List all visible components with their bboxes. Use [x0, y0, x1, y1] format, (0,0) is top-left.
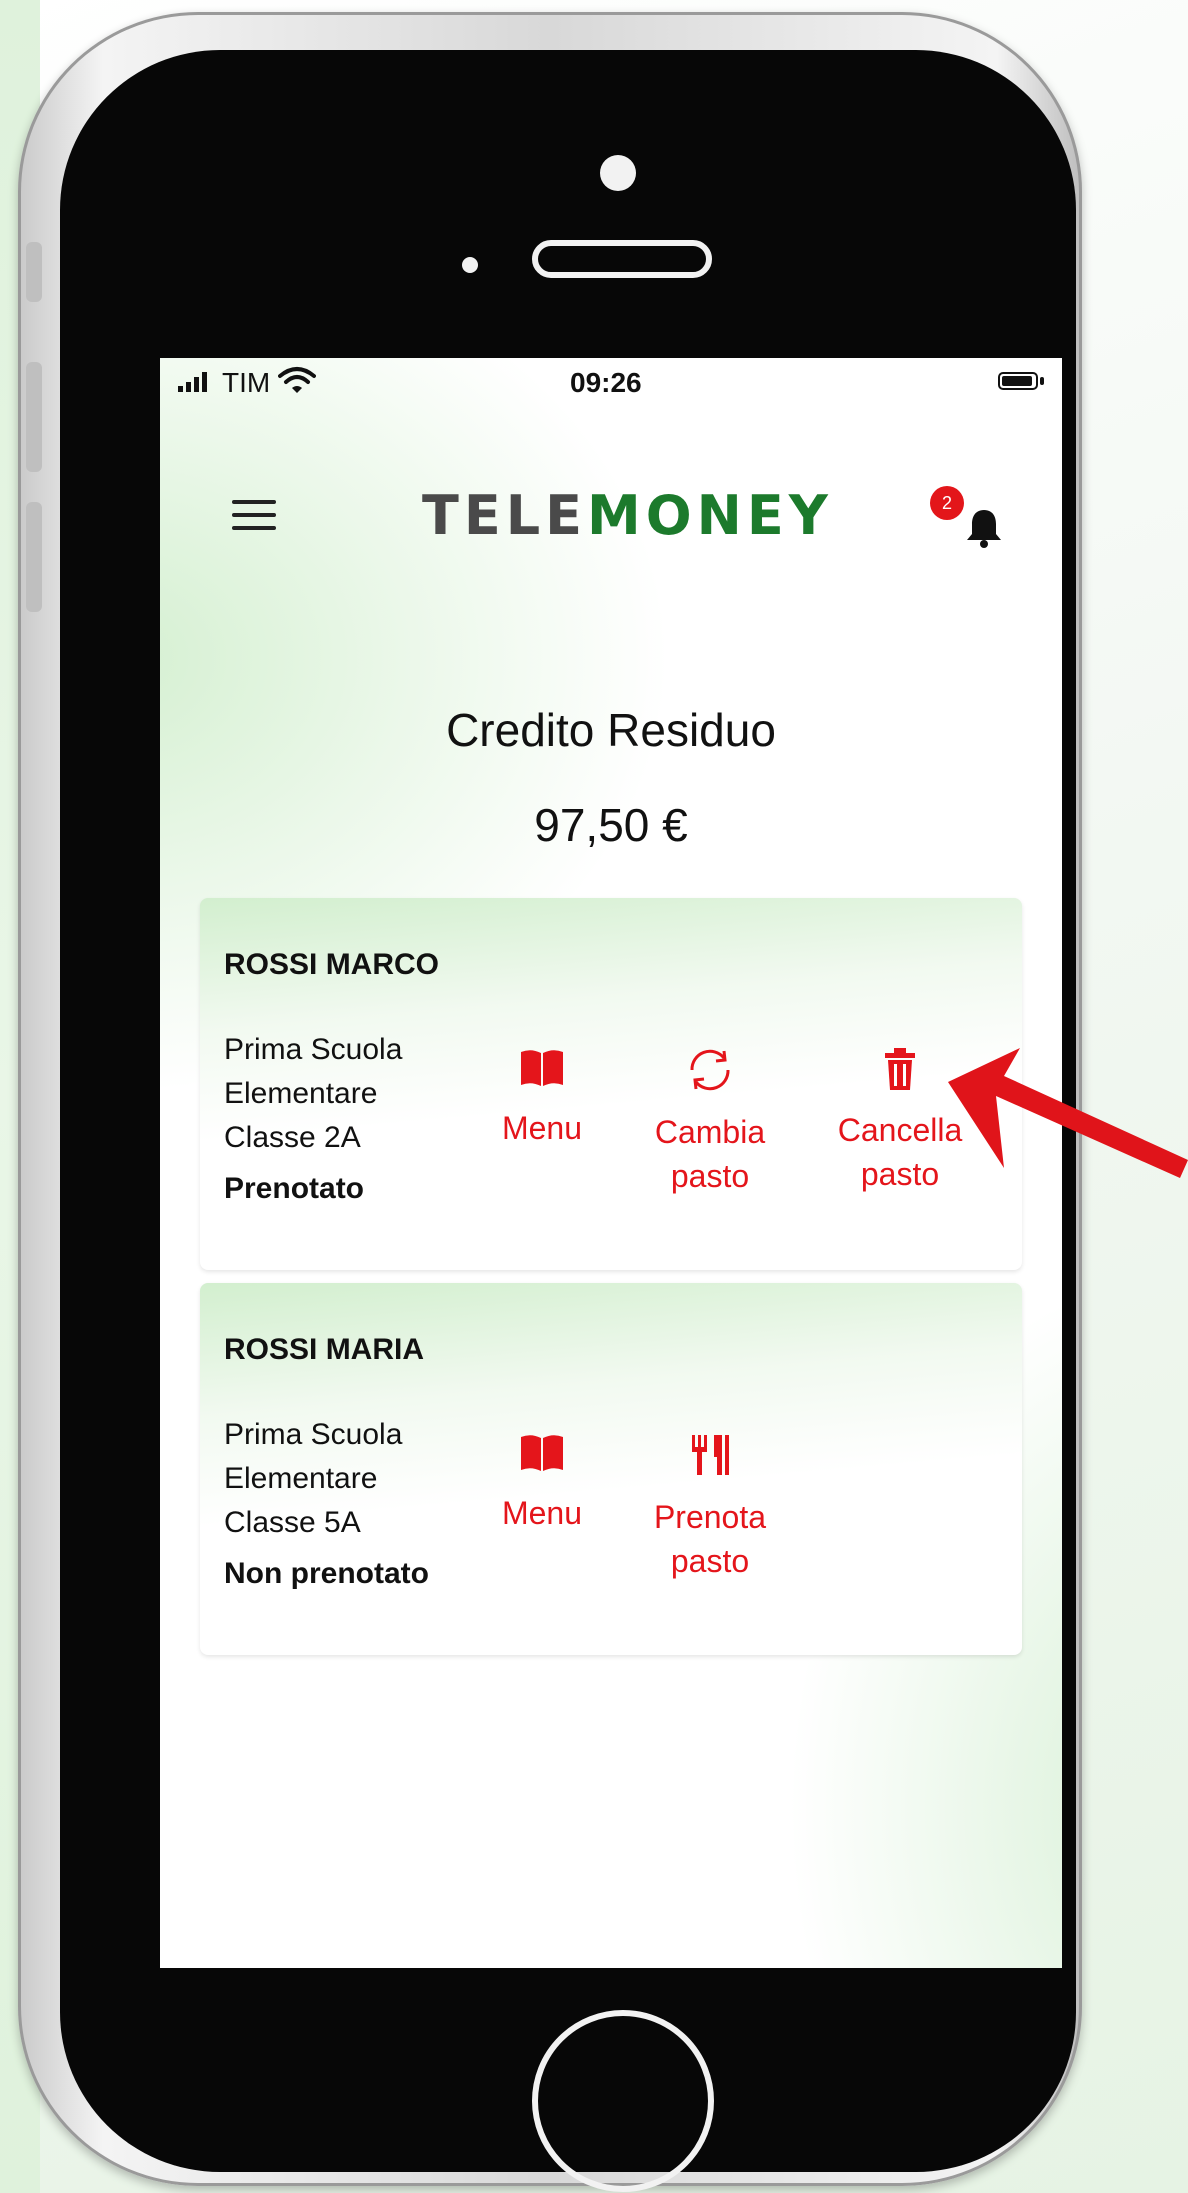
child-name: ROSSI MARCO — [224, 948, 440, 981]
app-screen: TIM 09:26 TELEMONEY 2 Credito Residuo 97… — [160, 358, 1062, 1968]
school-name-line2: Elementare — [224, 1077, 378, 1110]
status-bar: TIM 09:26 — [160, 358, 1062, 404]
home-button[interactable] — [532, 2010, 714, 2192]
earpiece-speaker — [532, 240, 712, 278]
menu-button-label: Menu — [501, 1110, 583, 1146]
volume-up-button — [26, 362, 42, 472]
silent-switch — [26, 242, 42, 302]
proximity-sensor — [462, 257, 478, 273]
child-card: ROSSI MARCO Prima Scuola Elementare Clas… — [200, 898, 1022, 1270]
school-name-line1: Prima Scuola — [224, 1033, 403, 1066]
class-label: Classe 5A — [224, 1506, 361, 1539]
logo-money: MONEY — [587, 484, 833, 547]
bell-icon[interactable] — [964, 506, 1004, 548]
logo-tele: TELE — [422, 484, 588, 547]
clock: 09:26 — [570, 367, 642, 398]
child-name: ROSSI MARIA — [224, 1333, 425, 1366]
trash-icon — [885, 1048, 915, 1090]
school-name-line1: Prima Scuola — [224, 1418, 403, 1451]
app-logo: TELEMONEY — [422, 484, 833, 547]
annotation-arrow-icon — [948, 1048, 1188, 1178]
booking-status: Prenotato — [224, 1172, 365, 1205]
refresh-icon — [690, 1049, 730, 1091]
book-meal-label-line2: pasto — [670, 1543, 750, 1579]
volume-down-button — [26, 502, 42, 612]
book-icon — [521, 1050, 563, 1086]
change-meal-label-line1: Cambia — [654, 1114, 766, 1150]
child-card: ROSSI MARIA Prima Scuola Elementare Clas… — [200, 1283, 1022, 1655]
class-label: Classe 2A — [224, 1121, 361, 1154]
change-meal-button[interactable]: Cambia pasto — [640, 1048, 780, 1198]
change-meal-label-line2: pasto — [670, 1158, 750, 1194]
signal-icon — [178, 372, 207, 392]
book-meal-label-line1: Prenota — [653, 1499, 767, 1535]
battery-tip — [1040, 377, 1044, 385]
school-name-line2: Elementare — [224, 1462, 378, 1495]
wifi-icon — [278, 367, 316, 393]
menu-button[interactable]: Menu — [492, 1433, 592, 1535]
book-icon — [521, 1435, 563, 1471]
phone-body: TIM 09:26 TELEMONEY 2 Credito Residuo 97… — [60, 50, 1076, 2192]
carrier-label: TIM — [222, 367, 271, 398]
book-meal-button[interactable]: Prenota pasto — [640, 1433, 780, 1583]
credit-value: 97,50 € — [534, 799, 688, 851]
menu-icon[interactable] — [232, 500, 276, 534]
credit-label: Credito Residuo — [446, 704, 776, 756]
fork-knife-icon — [692, 1435, 729, 1475]
battery-icon — [998, 372, 1038, 390]
menu-button[interactable]: Menu — [492, 1048, 592, 1150]
phone-frame: TIM 09:26 TELEMONEY 2 Credito Residuo 97… — [18, 12, 1082, 2192]
front-camera — [600, 155, 636, 191]
menu-button-label: Menu — [501, 1495, 583, 1531]
notification-badge: 2 — [930, 486, 964, 520]
booking-status: Non prenotato — [224, 1557, 429, 1590]
